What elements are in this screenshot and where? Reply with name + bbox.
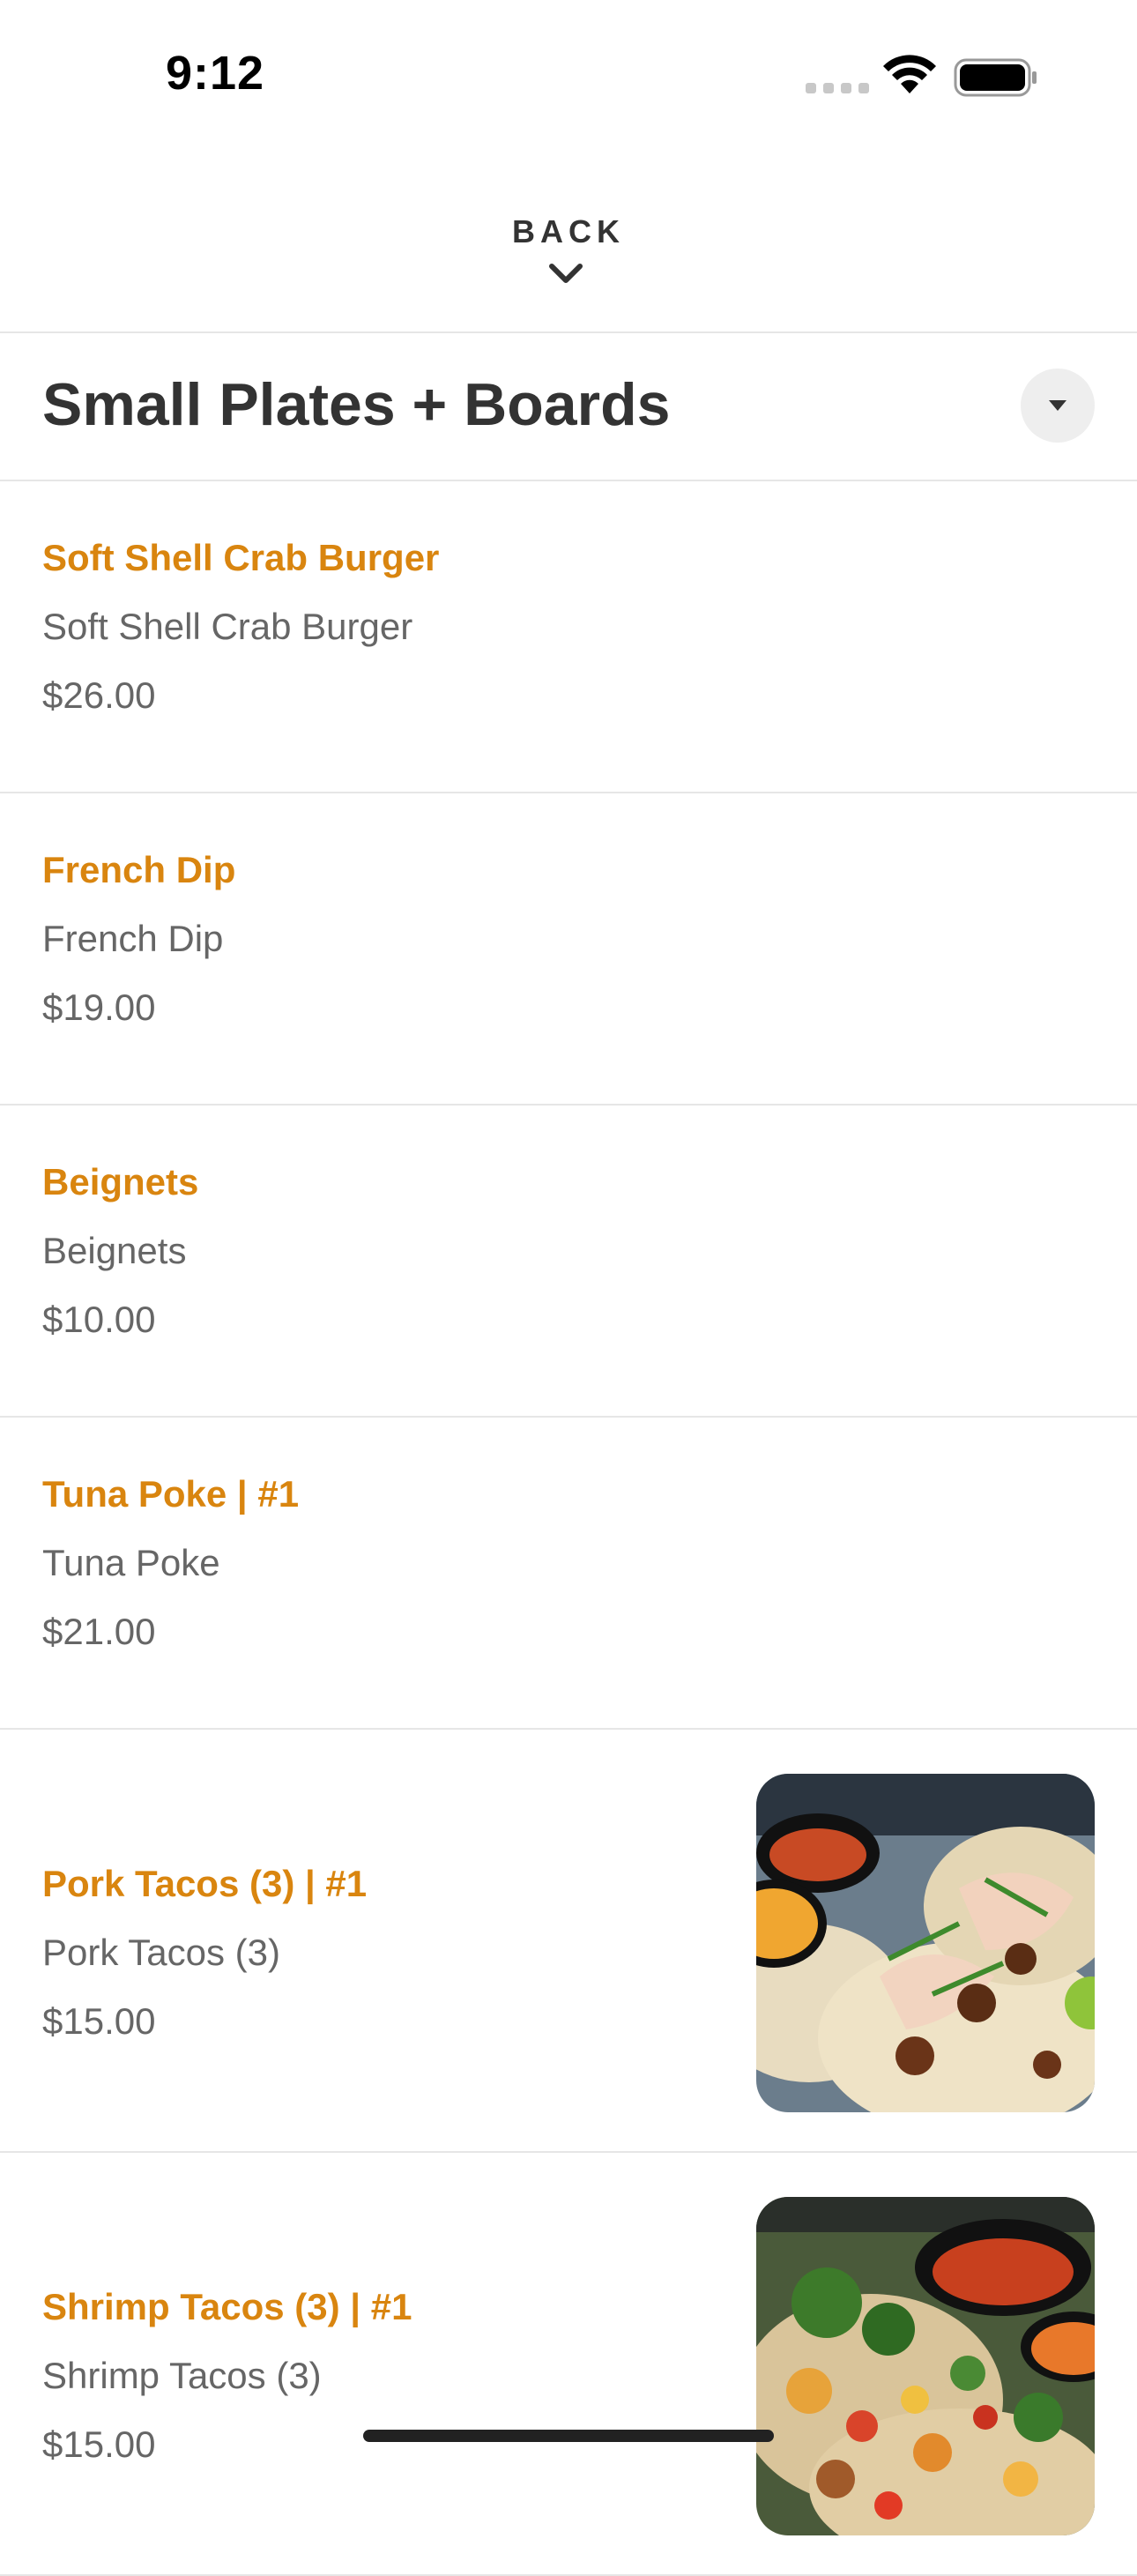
item-name: Beignets: [42, 1161, 199, 1202]
item-price: $26.00: [42, 674, 156, 716]
item-name: Tuna Poke | #1: [42, 1473, 300, 1515]
menu-item[interactable]: Soft Shell Crab Burger Soft Shell Crab B…: [0, 481, 1137, 793]
item-description: Tuna Poke: [42, 1542, 220, 1583]
item-name: Soft Shell Crab Burger: [42, 537, 440, 578]
item-description: French Dip: [42, 918, 224, 959]
pork-tacos-photo[interactable]: [756, 1774, 1095, 2112]
menu-item[interactable]: Shrimp Tacos (3) | #1 Shrimp Tacos (3) $…: [0, 2153, 1137, 2576]
menu-item[interactable]: Beignets Beignets $10.00: [0, 1106, 1137, 1418]
home-indicator: [363, 2430, 774, 2442]
item-name: Shrimp Tacos (3) | #1: [42, 2286, 412, 2327]
menu-item[interactable]: Pork Tacos (3) | #1 Pork Tacos (3) $15.0…: [0, 1730, 1137, 2153]
item-description: Pork Tacos (3): [42, 1932, 280, 1973]
item-description: Shrimp Tacos (3): [42, 2355, 322, 2396]
item-description: Soft Shell Crab Burger: [42, 606, 413, 647]
menu-list: Soft Shell Crab Burger Soft Shell Crab B…: [0, 481, 1137, 2576]
item-price: $21.00: [42, 1611, 156, 1652]
item-price: $15.00: [42, 2000, 156, 2042]
wifi-icon: [883, 55, 936, 93]
triangle-down-icon: [1049, 400, 1066, 411]
chevron-down-icon: [549, 264, 583, 283]
menu-item[interactable]: Tuna Poke | #1 Tuna Poke $21.00: [0, 1418, 1137, 1730]
shrimp-tacos-photo[interactable]: [756, 2197, 1095, 2535]
item-price: $19.00: [42, 986, 156, 1028]
status-bar: 9:12: [0, 0, 1137, 141]
item-description: Beignets: [42, 1230, 187, 1271]
status-time: 9:12: [166, 47, 265, 100]
item-name: Pork Tacos (3) | #1: [42, 1863, 368, 1904]
section-collapse-button[interactable]: [1021, 369, 1095, 443]
cellular-signal-icon: [806, 83, 869, 93]
item-price: $15.00: [42, 2423, 156, 2465]
item-name: French Dip: [42, 849, 236, 890]
menu-item[interactable]: French Dip French Dip $19.00: [0, 793, 1137, 1106]
section-header: Small Plates + Boards: [0, 333, 1137, 481]
back-label: BACK: [512, 213, 625, 249]
section-title: Small Plates + Boards: [42, 371, 671, 438]
battery-icon: [954, 58, 1037, 97]
item-price: $10.00: [42, 1299, 156, 1340]
back-button[interactable]: BACK: [0, 141, 1137, 333]
